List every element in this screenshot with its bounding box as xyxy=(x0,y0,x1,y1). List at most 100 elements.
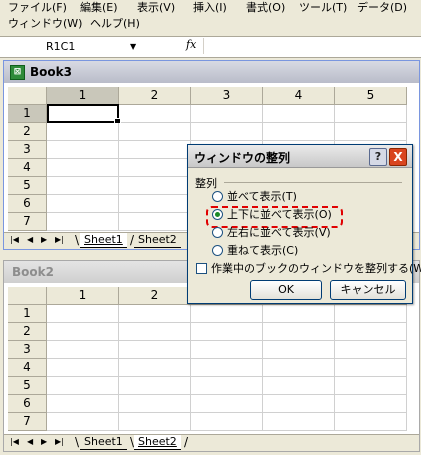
name-box[interactable]: R1C1 ▼ xyxy=(2,39,142,54)
active-workbook-checkbox[interactable]: 作業中のブックのウィンドウを整列する(W) xyxy=(196,262,421,276)
column-header[interactable]: 4 xyxy=(263,87,335,105)
cell[interactable] xyxy=(263,123,335,141)
last-sheet-icon[interactable]: ▶| xyxy=(55,437,64,446)
menu-format[interactable]: 書式(O) xyxy=(246,1,285,14)
column-header[interactable]: 2 xyxy=(119,87,191,105)
radio-vertical[interactable]: 左右に並べて表示(V) xyxy=(212,226,331,242)
row-header[interactable]: 7 xyxy=(8,213,47,231)
cell[interactable] xyxy=(335,413,407,431)
cell[interactable] xyxy=(119,341,191,359)
cell[interactable] xyxy=(119,377,191,395)
cell[interactable] xyxy=(47,177,119,195)
prev-sheet-icon[interactable]: ◀ xyxy=(27,437,33,446)
cell[interactable] xyxy=(47,305,119,323)
cell[interactable] xyxy=(263,377,335,395)
column-header[interactable]: 1 xyxy=(47,287,119,305)
column-header[interactable]: 3 xyxy=(191,87,263,105)
cell[interactable] xyxy=(335,395,407,413)
row-header[interactable]: 6 xyxy=(8,195,47,213)
cell[interactable] xyxy=(47,141,119,159)
cell[interactable] xyxy=(335,323,407,341)
cell[interactable] xyxy=(119,395,191,413)
row-header[interactable]: 3 xyxy=(8,341,47,359)
dialog-titlebar[interactable]: ウィンドウの整列 ? X xyxy=(188,145,412,168)
cell[interactable] xyxy=(119,213,191,231)
cell[interactable] xyxy=(263,413,335,431)
cell[interactable] xyxy=(263,341,335,359)
select-all-corner[interactable] xyxy=(8,87,47,105)
cell[interactable] xyxy=(119,105,191,123)
cell[interactable] xyxy=(191,413,263,431)
cell[interactable] xyxy=(47,413,119,431)
row-header[interactable]: 3 xyxy=(8,141,47,159)
cell[interactable] xyxy=(191,341,263,359)
column-header[interactable]: 2 xyxy=(119,287,191,305)
fx-icon[interactable]: fx xyxy=(186,38,196,51)
row-header[interactable]: 4 xyxy=(8,359,47,377)
prev-sheet-icon[interactable]: ◀ xyxy=(27,235,33,244)
cell[interactable] xyxy=(191,323,263,341)
cell[interactable] xyxy=(47,377,119,395)
next-sheet-icon[interactable]: ▶ xyxy=(41,437,47,446)
formula-input[interactable] xyxy=(203,38,420,54)
cell[interactable] xyxy=(263,359,335,377)
ok-button[interactable]: OK xyxy=(250,280,322,300)
cell[interactable] xyxy=(263,323,335,341)
row-header[interactable]: 5 xyxy=(8,177,47,195)
cell[interactable] xyxy=(47,323,119,341)
select-all-corner[interactable] xyxy=(8,287,47,305)
cell[interactable] xyxy=(119,305,191,323)
radio-tiled[interactable]: 並べて表示(T) xyxy=(212,190,297,206)
cell[interactable] xyxy=(191,359,263,377)
row-header[interactable]: 2 xyxy=(8,323,47,341)
cell[interactable] xyxy=(335,359,407,377)
active-cell[interactable] xyxy=(47,104,121,125)
help-button[interactable]: ? xyxy=(369,148,387,166)
cancel-button[interactable]: キャンセル xyxy=(330,280,406,300)
row-header[interactable]: 2 xyxy=(8,123,47,141)
cell[interactable] xyxy=(119,323,191,341)
cell[interactable] xyxy=(263,395,335,413)
row-header[interactable]: 1 xyxy=(8,105,47,123)
menu-window[interactable]: ウィンドウ(W) xyxy=(8,17,82,30)
cell[interactable] xyxy=(47,395,119,413)
cell[interactable] xyxy=(335,341,407,359)
cell[interactable] xyxy=(263,305,335,323)
cell[interactable] xyxy=(119,413,191,431)
cell[interactable] xyxy=(335,123,407,141)
cell[interactable] xyxy=(191,123,263,141)
cell[interactable] xyxy=(47,213,119,231)
menu-help[interactable]: ヘルプ(H) xyxy=(90,17,140,30)
row-header[interactable]: 4 xyxy=(8,159,47,177)
radio-cascade[interactable]: 重ねて表示(C) xyxy=(212,244,298,260)
cell[interactable] xyxy=(263,105,335,123)
cell[interactable] xyxy=(47,123,119,141)
menu-tools[interactable]: ツール(T) xyxy=(299,1,347,14)
chevron-down-icon[interactable]: ▼ xyxy=(130,42,136,51)
cell[interactable] xyxy=(119,177,191,195)
cell[interactable] xyxy=(191,305,263,323)
row-header[interactable]: 5 xyxy=(8,377,47,395)
close-button[interactable]: X xyxy=(389,148,407,166)
cell[interactable] xyxy=(119,195,191,213)
cell[interactable] xyxy=(47,159,119,177)
row-header[interactable]: 7 xyxy=(8,413,47,431)
row-header[interactable]: 1 xyxy=(8,305,47,323)
first-sheet-icon[interactable]: |◀ xyxy=(10,235,19,244)
tab-sheet1[interactable]: Sheet1 xyxy=(80,435,127,450)
cell[interactable] xyxy=(119,123,191,141)
menu-insert[interactable]: 挿入(I) xyxy=(193,1,227,14)
tab-sheet2[interactable]: Sheet2 xyxy=(134,233,181,248)
column-header[interactable]: 5 xyxy=(335,87,407,105)
tab-sheet1[interactable]: Sheet1 xyxy=(80,233,127,248)
cell[interactable] xyxy=(335,377,407,395)
last-sheet-icon[interactable]: ▶| xyxy=(55,235,64,244)
cell[interactable] xyxy=(335,105,407,123)
tab-sheet2[interactable]: Sheet2 xyxy=(134,435,181,450)
cell[interactable] xyxy=(47,341,119,359)
menu-data[interactable]: データ(D) xyxy=(357,1,407,14)
cell[interactable] xyxy=(119,159,191,177)
cell[interactable] xyxy=(119,359,191,377)
next-sheet-icon[interactable]: ▶ xyxy=(41,235,47,244)
row-header[interactable]: 6 xyxy=(8,395,47,413)
